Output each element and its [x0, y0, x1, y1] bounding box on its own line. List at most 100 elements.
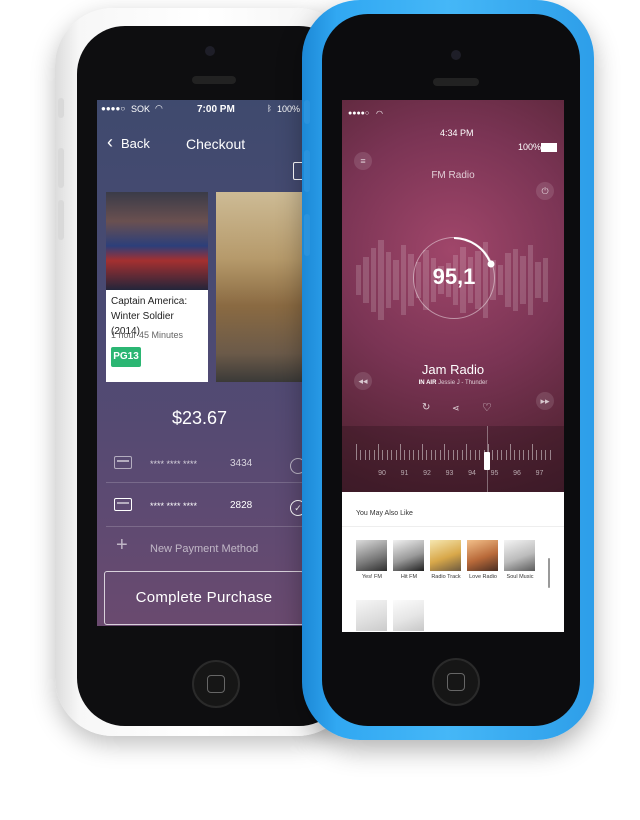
tuner-label: 95: [490, 470, 499, 477]
payment-method-row[interactable]: **** **** **** 3434: [106, 448, 302, 483]
earpiece-speaker: [433, 78, 479, 86]
tuner-tick: [540, 450, 542, 460]
frequency-dial[interactable]: 95,1: [413, 237, 495, 319]
card-masked: **** **** ****: [150, 459, 198, 469]
chevron-left-icon[interactable]: ‹: [107, 132, 113, 153]
tuner-tick: [461, 450, 463, 460]
volume-down-button: [58, 200, 64, 240]
power-icon[interactable]: ⏻: [536, 182, 554, 200]
status-time: 7:00 PM: [197, 104, 235, 115]
tuner-tick: [470, 450, 472, 460]
payment-method-row[interactable]: **** **** **** 2828 ✓: [106, 490, 302, 527]
tuner-tick: [518, 450, 520, 460]
suggestion-item[interactable]: Love Radio: [467, 540, 505, 600]
tuner-tick: [386, 450, 388, 460]
complete-purchase-button[interactable]: Complete Purchase: [104, 571, 302, 625]
home-button[interactable]: [432, 658, 480, 706]
tuner-tick: [391, 450, 393, 460]
tuner-ticks: [342, 444, 564, 464]
signal-icon: ●●●●○: [101, 104, 126, 113]
tuner-label: 97: [535, 470, 544, 477]
equalizer-bar: [505, 253, 511, 307]
equalizer-bar: [393, 260, 399, 300]
station-name: Jam Radio: [421, 362, 485, 377]
station-thumbnail-image: [430, 540, 461, 571]
tuner-tick: [501, 450, 503, 460]
suggestion-item[interactable]: Hit FM: [393, 540, 431, 600]
radio-unselected-icon[interactable]: [290, 458, 302, 474]
volume-down-button: [304, 214, 310, 256]
tuner-label: 91: [400, 470, 409, 477]
battery-percent: 100%: [277, 104, 301, 114]
divider: [342, 526, 564, 527]
new-payment-row[interactable]: + New Payment Method: [106, 532, 302, 566]
faded-thumbnail-image: [393, 600, 424, 631]
page-title: Checkout: [186, 136, 246, 152]
suggestions-list: Yes! FM Hit FM Radio Track Love Radio Soul M…: [356, 540, 546, 631]
movie-poster-image: [106, 192, 208, 290]
equalizer-bar: [535, 262, 541, 298]
equalizer-bar: [378, 240, 384, 320]
suggestion-item[interactable]: Radio Track: [430, 540, 468, 600]
suggestion-item[interactable]: Soul Music: [504, 540, 542, 600]
equalizer-bar: [385, 252, 392, 308]
tuner-label: 90: [378, 470, 386, 477]
mute-switch: [58, 98, 64, 118]
trash-icon[interactable]: [293, 162, 302, 180]
tuner-label: 96: [513, 470, 521, 477]
tuner-tick: [549, 450, 551, 460]
tuner-tick: [536, 450, 538, 460]
card-masked: **** **** ****: [150, 501, 198, 511]
suggestion-item[interactable]: Yes! FM: [356, 540, 394, 600]
station-label: Hit FM: [400, 574, 418, 580]
share-icon[interactable]: ⋖: [452, 403, 460, 414]
front-camera: [205, 46, 215, 56]
tuner-label: 93: [445, 470, 454, 477]
status-bar: ●●●●○ SOK ◠ 7:00 PM ᛒ 100%: [97, 100, 302, 120]
checkmark-icon[interactable]: ✓: [290, 500, 302, 516]
faded-thumbnail-image: [356, 600, 387, 631]
previous-station-icon[interactable]: ◂◂: [354, 372, 372, 390]
tuner-tick: [452, 450, 454, 460]
home-button[interactable]: [192, 660, 240, 708]
rating-badge: PG13: [111, 347, 141, 367]
scrollbar[interactable]: [548, 558, 550, 588]
now-playing-line: IN AIR Jessie J - Thunder: [342, 380, 564, 386]
radio-header-title: FM Radio: [431, 170, 475, 181]
station-thumbnail-image: [504, 540, 535, 571]
equalizer-bar: [370, 248, 377, 312]
equalizer-bar: [520, 256, 526, 304]
total-price: $23.67: [171, 408, 228, 428]
tuner-tick: [439, 450, 441, 460]
back-button[interactable]: Back: [121, 136, 150, 151]
refresh-icon[interactable]: ↻: [422, 402, 430, 413]
radio-screen: ●●●●○ ◠ 4:34 PM 100% ≡ FM Radio ⏻ 95,1 J…: [342, 100, 564, 632]
tuner-tick: [435, 450, 437, 460]
tuner-tick: [527, 450, 529, 460]
next-station-icon[interactable]: ▸▸: [536, 392, 554, 410]
heart-icon[interactable]: ♡: [482, 401, 492, 414]
checkout-screen: ●●●●○ SOK ◠ 7:00 PM ᛒ 100% ‹ Back Checko…: [97, 100, 302, 626]
menu-icon[interactable]: ≡: [354, 152, 372, 170]
nav-bar: ‹ Back Checkout: [97, 126, 302, 180]
frequency-value: 95,1: [432, 264, 476, 289]
tuner-label: 94: [468, 470, 476, 477]
volume-up-button: [58, 148, 64, 188]
tuner-tick: [457, 450, 459, 460]
bluetooth-icon: ᛒ: [267, 104, 272, 113]
frequency-tuner[interactable]: 90 91 92 93 94 95 96 97: [342, 426, 564, 492]
tuner-tick: [496, 450, 498, 460]
station-label: Radio Track: [431, 574, 461, 580]
tuner-label: 92: [423, 470, 431, 477]
card-last4: 3434: [230, 458, 253, 469]
credit-card-icon: [114, 456, 132, 469]
station-thumbnail-image: [467, 540, 498, 571]
equalizer-bar: [363, 257, 369, 303]
second-movie-poster[interactable]: [216, 192, 302, 382]
credit-card-icon: [114, 498, 132, 511]
tuner-tick: [382, 450, 384, 460]
movie-card[interactable]: Captain America: Winter Soldier (2014) 1…: [106, 192, 208, 382]
tuner-tick: [430, 450, 432, 460]
tuner-tick: [378, 444, 379, 460]
tuner-tick: [417, 450, 419, 460]
